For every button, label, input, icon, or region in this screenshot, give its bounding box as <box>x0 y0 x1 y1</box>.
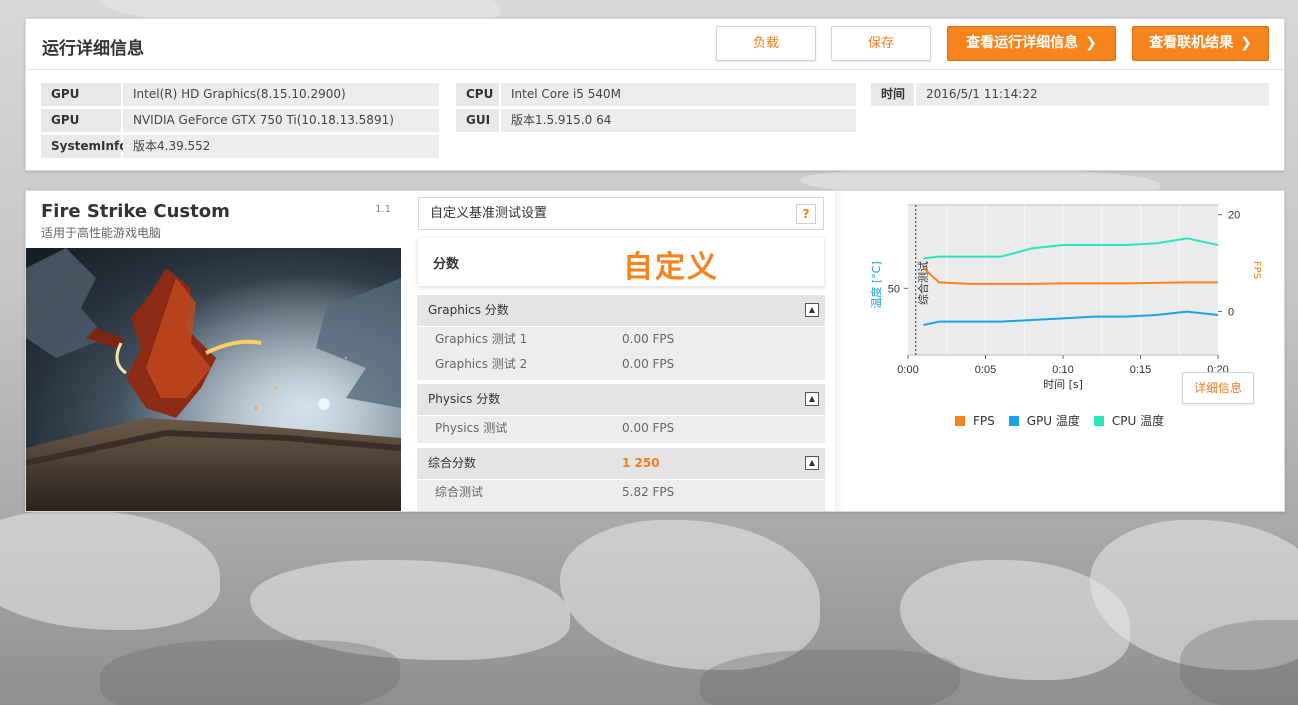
collapse-icon[interactable]: ▲ <box>805 392 819 406</box>
details-button[interactable]: 详细信息 <box>1182 372 1254 404</box>
run-details-header: 运行详细信息 负载 保存 查看运行详细信息 ❯ 查看联机结果 ❯ <box>26 19 1284 70</box>
sysinfo-key: GUI <box>456 109 499 132</box>
test-row-name: Physics 测试 <box>435 421 508 435</box>
sysinfo-key: CPU <box>456 83 499 106</box>
y-left-axis-label: 温度 [°C] <box>869 261 883 308</box>
y-right-axis-label: FPS <box>1251 261 1262 279</box>
x-tick-label: 0:15 <box>1130 364 1151 376</box>
legend-item-cpu-temp: CPU 温度 <box>1093 412 1165 429</box>
list-item: Graphics 测试 1 0.00 FPS <box>417 327 825 352</box>
test-row-name: Graphics 测试 2 <box>435 357 528 371</box>
view-online-results-button[interactable]: 查看联机结果 ❯ <box>1132 26 1269 61</box>
test-row-value: 0.00 FPS <box>622 332 675 346</box>
save-button[interactable]: 保存 <box>831 26 931 61</box>
fire-strike-artwork <box>26 248 401 511</box>
legend-swatch <box>1093 415 1104 426</box>
sysinfo-row-gpu1: GPU Intel(R) HD Graphics(8.15.10.2900) <box>41 83 439 106</box>
background-shadow <box>100 640 400 705</box>
sysinfo-value: 版本1.5.915.0 64 <box>501 109 856 132</box>
chart-legend: FPS GPU 温度 CPU 温度 <box>955 412 1164 429</box>
y-right-tick-label: 0 <box>1228 306 1234 318</box>
help-button[interactable]: ? <box>796 204 816 224</box>
chevron-right-icon: ❯ <box>1085 35 1097 51</box>
y-right-tick-label: 20 <box>1228 210 1240 222</box>
view-online-results-label: 查看联机结果 <box>1149 35 1234 51</box>
background-rock <box>0 510 220 630</box>
sysinfo-value: Intel Core i5 540M <box>501 83 856 106</box>
test-row-value: 0.00 FPS <box>622 357 675 371</box>
chevron-right-icon: ❯ <box>1240 35 1252 51</box>
load-button[interactable]: 负载 <box>716 26 816 61</box>
sysinfo-value: 版本4.39.552 <box>123 135 439 158</box>
test-row-value: 0.00 FPS <box>622 421 675 435</box>
test-row-name: Graphics 测试 1 <box>435 332 528 346</box>
column-divider <box>835 191 845 511</box>
list-item: Graphics 测试 2 0.00 FPS <box>417 352 825 380</box>
y-left-tick-label: 50 <box>888 283 900 295</box>
legend-swatch <box>955 415 965 426</box>
sysinfo-row-gpu2: GPU NVIDIA GeForce GTX 750 Ti(10.18.13.5… <box>41 109 439 132</box>
list-item: Physics 测试 0.00 FPS <box>417 416 825 443</box>
test-row-name: 综合测试 <box>435 485 484 499</box>
run-details-panel: 运行详细信息 负载 保存 查看运行详细信息 ❯ 查看联机结果 ❯ GPU Intel… <box>25 18 1285 171</box>
list-item: 综合测试 5.82 FPS <box>417 480 825 511</box>
score-column: 自定义基准测试设置 ? 分数 自定义 Graphics 分数 ▲ Graphic… <box>417 191 825 511</box>
legend-label: GPU 温度 <box>1026 414 1080 428</box>
sysinfo-value: Intel(R) HD Graphics(8.15.10.2900) <box>123 83 439 106</box>
sysinfo-row-gui: GUI 版本1.5.915.0 64 <box>456 109 856 132</box>
sysinfo-key: GPU <box>41 109 121 132</box>
custom-settings-label: 自定义基准测试设置 <box>430 206 548 221</box>
section-label: 综合分数 <box>428 456 477 470</box>
legend-swatch <box>1008 415 1019 426</box>
x-axis-label: 时间 [s] <box>1043 378 1083 391</box>
sysinfo-value: NVIDIA GeForce GTX 750 Ti(10.18.13.5891) <box>123 109 439 132</box>
sysinfo-value: 2016/5/1 11:14:22 <box>916 83 1269 106</box>
score-value: 自定义 <box>623 250 719 285</box>
sysinfo-row-systeminfo: SystemInfo 版本4.39.552 <box>41 135 439 158</box>
graphics-score-header[interactable]: Graphics 分数 ▲ <box>417 295 825 326</box>
combined-score-header[interactable]: 综合分数 1 250 ▲ <box>417 448 825 479</box>
score-label: 分数 <box>433 257 460 272</box>
legend-item-gpu-temp: GPU 温度 <box>1008 412 1080 429</box>
collapse-icon[interactable]: ▲ <box>805 303 819 317</box>
test-name: Fire Strike Custom <box>41 201 230 222</box>
background-rock <box>560 520 820 670</box>
section-label: Graphics 分数 <box>428 303 509 317</box>
legend-label: CPU 温度 <box>1111 414 1165 428</box>
custom-settings-bar[interactable]: 自定义基准测试设置 ? <box>418 197 824 230</box>
legend-item-fps: FPS <box>955 412 995 429</box>
sysinfo-key: 时间 <box>871 83 914 106</box>
view-run-details-label: 查看运行详细信息 <box>966 35 1079 51</box>
page-title: 运行详细信息 <box>42 39 144 59</box>
sysinfo-row-time: 时间 2016/5/1 11:14:22 <box>871 83 1269 106</box>
section-value: 1 250 <box>622 456 660 470</box>
x-tick-label: 0:05 <box>975 364 996 376</box>
test-subtitle: 适用于高性能游戏电脑 <box>41 226 162 240</box>
sysinfo-row-cpu: CPU Intel Core i5 540M <box>456 83 856 106</box>
physics-score-header[interactable]: Physics 分数 ▲ <box>417 384 825 415</box>
x-tick-label: 0:00 <box>897 364 918 376</box>
view-run-details-button[interactable]: 查看运行详细信息 ❯ <box>947 26 1116 61</box>
test-header: Fire Strike Custom 适用于高性能游戏电脑 1.1 <box>26 191 401 248</box>
score-box: 分数 自定义 <box>418 238 824 286</box>
marker-label: 综合测试 <box>916 261 930 305</box>
sysinfo-key: GPU <box>41 83 121 106</box>
x-tick-label: 0:10 <box>1052 364 1073 376</box>
test-row-value: 5.82 FPS <box>622 485 675 499</box>
background-shadow <box>700 650 960 705</box>
section-label: Physics 分数 <box>428 392 501 406</box>
collapse-icon[interactable]: ▲ <box>805 456 819 470</box>
sysinfo-key: SystemInfo <box>41 135 127 158</box>
legend-label: FPS <box>973 413 995 428</box>
test-version: 1.1 <box>375 204 391 215</box>
